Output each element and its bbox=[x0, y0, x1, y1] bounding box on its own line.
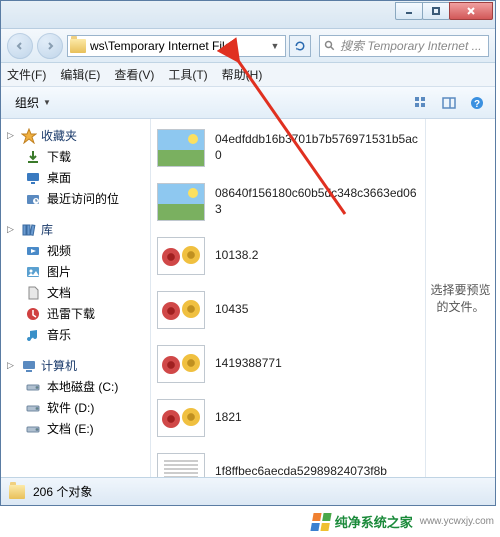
file-thumbnail bbox=[157, 399, 205, 437]
content-body: ▷ 收藏夹 下载 桌面 最近访问的位 ▷ 库 视频 图片 文档 迅雷下载 音乐 bbox=[1, 119, 495, 477]
folder-icon bbox=[70, 39, 86, 53]
picture-icon bbox=[25, 264, 41, 280]
file-item[interactable]: 1f8ffbec6aecda52989824073f8b bbox=[155, 449, 421, 477]
file-name: 1821 bbox=[215, 410, 242, 426]
explorer-window: ws\Temporary Internet Files ▼ 搜索 Tempora… bbox=[0, 0, 496, 506]
svg-text:?: ? bbox=[474, 99, 480, 110]
menu-tools[interactable]: 工具(T) bbox=[168, 66, 207, 83]
star-icon bbox=[21, 128, 37, 144]
search-placeholder: 搜索 Temporary Internet ... bbox=[340, 37, 482, 54]
sidebar-computer-label: 计算机 bbox=[41, 357, 77, 374]
file-thumbnail bbox=[157, 183, 205, 221]
download-icon bbox=[25, 149, 41, 165]
organize-button[interactable]: 组织 ▼ bbox=[7, 91, 59, 114]
forward-button[interactable] bbox=[37, 33, 63, 59]
file-thumbnail bbox=[157, 291, 205, 329]
sidebar-libraries-header[interactable]: ▷ 库 bbox=[1, 219, 150, 240]
watermark-logo-icon bbox=[310, 513, 331, 531]
sidebar-item-drive-e[interactable]: 文档 (E:) bbox=[1, 418, 150, 439]
collapse-icon: ▷ bbox=[7, 360, 17, 371]
computer-icon bbox=[21, 358, 37, 374]
status-text: 206 个对象 bbox=[33, 483, 92, 500]
file-item[interactable]: 1821 bbox=[155, 395, 421, 449]
close-button[interactable] bbox=[449, 2, 493, 20]
desktop-icon bbox=[25, 170, 41, 186]
menu-file[interactable]: 文件(F) bbox=[7, 66, 46, 83]
menu-view[interactable]: 查看(V) bbox=[114, 66, 154, 83]
sidebar-computer-header[interactable]: ▷ 计算机 bbox=[1, 355, 150, 376]
sidebar-item-videos[interactable]: 视频 bbox=[1, 240, 150, 261]
chevron-down-icon: ▼ bbox=[43, 98, 51, 107]
menu-help[interactable]: 帮助(H) bbox=[222, 66, 263, 83]
recent-icon bbox=[25, 191, 41, 207]
preview-pane-button[interactable] bbox=[437, 91, 461, 115]
sidebar-item-music[interactable]: 音乐 bbox=[1, 324, 150, 345]
status-bar: 206 个对象 bbox=[1, 477, 495, 505]
file-item[interactable]: 10435 bbox=[155, 287, 421, 341]
file-thumbnail bbox=[157, 453, 205, 477]
window-controls bbox=[396, 2, 493, 20]
minimize-button[interactable] bbox=[395, 2, 423, 20]
file-thumbnail bbox=[157, 345, 205, 383]
collapse-icon: ▷ bbox=[7, 224, 17, 235]
file-item[interactable]: 08640f156180c60b5dc348c3663ed063 bbox=[155, 179, 421, 233]
toolbar: 组织 ▼ ? bbox=[1, 87, 495, 119]
view-mode-button[interactable] bbox=[409, 91, 433, 115]
search-icon bbox=[324, 40, 336, 52]
preview-pane: 选择要预览的文件。 bbox=[425, 119, 495, 477]
xunlei-icon bbox=[25, 306, 41, 322]
sidebar-item-drive-c[interactable]: 本地磁盘 (C:) bbox=[1, 376, 150, 397]
file-name: 1f8ffbec6aecda52989824073f8b bbox=[215, 464, 387, 477]
watermark-brand: 纯净系统之家 bbox=[335, 512, 413, 531]
file-name: 10138.2 bbox=[215, 248, 258, 264]
file-thumbnail bbox=[157, 129, 205, 167]
file-item[interactable]: 10138.2 bbox=[155, 233, 421, 287]
preview-text: 选择要预览的文件。 bbox=[430, 281, 491, 315]
sidebar-item-recent[interactable]: 最近访问的位 bbox=[1, 188, 150, 209]
sidebar-favorites-header[interactable]: ▷ 收藏夹 bbox=[1, 125, 150, 146]
watermark-url: www.ycwxjy.com bbox=[420, 516, 494, 527]
organize-label: 组织 bbox=[15, 94, 39, 111]
refresh-button[interactable] bbox=[289, 35, 311, 57]
file-name: 08640f156180c60b5dc348c3663ed063 bbox=[215, 186, 419, 217]
file-item[interactable]: 1419388771 bbox=[155, 341, 421, 395]
file-name: 1419388771 bbox=[215, 356, 282, 372]
drive-icon bbox=[25, 379, 41, 395]
file-thumbnail bbox=[157, 237, 205, 275]
menubar: 文件(F) 编辑(E) 查看(V) 工具(T) 帮助(H) bbox=[1, 63, 495, 87]
folder-icon bbox=[9, 485, 25, 499]
file-item[interactable]: 04edfddb16b3701b7b576971531b5ac0 bbox=[155, 125, 421, 179]
sidebar-libraries-label: 库 bbox=[41, 221, 53, 238]
file-pane: 04edfddb16b3701b7b576971531b5ac0 08640f15… bbox=[151, 119, 495, 477]
sidebar-item-drive-d[interactable]: 软件 (D:) bbox=[1, 397, 150, 418]
titlebar[interactable] bbox=[1, 1, 495, 29]
music-icon bbox=[25, 327, 41, 343]
sidebar-item-pictures[interactable]: 图片 bbox=[1, 261, 150, 282]
sidebar-item-desktop[interactable]: 桌面 bbox=[1, 167, 150, 188]
nav-row: ws\Temporary Internet Files ▼ 搜索 Tempora… bbox=[1, 29, 495, 63]
address-dropdown-icon[interactable]: ▼ bbox=[267, 41, 283, 51]
collapse-icon: ▷ bbox=[7, 130, 17, 141]
file-name: 10435 bbox=[215, 302, 248, 318]
sidebar: ▷ 收藏夹 下载 桌面 最近访问的位 ▷ 库 视频 图片 文档 迅雷下载 音乐 bbox=[1, 119, 151, 477]
drive-icon bbox=[25, 421, 41, 437]
sidebar-item-xunlei[interactable]: 迅雷下载 bbox=[1, 303, 150, 324]
document-icon bbox=[25, 285, 41, 301]
video-icon bbox=[25, 243, 41, 259]
maximize-button[interactable] bbox=[422, 2, 450, 20]
address-bar[interactable]: ws\Temporary Internet Files ▼ bbox=[67, 35, 286, 57]
library-icon bbox=[21, 222, 37, 238]
file-list[interactable]: 04edfddb16b3701b7b576971531b5ac0 08640f15… bbox=[151, 119, 425, 477]
drive-icon bbox=[25, 400, 41, 416]
sidebar-item-documents[interactable]: 文档 bbox=[1, 282, 150, 303]
back-button[interactable] bbox=[7, 33, 33, 59]
sidebar-favorites-label: 收藏夹 bbox=[41, 127, 77, 144]
sidebar-item-downloads[interactable]: 下载 bbox=[1, 146, 150, 167]
address-text: ws\Temporary Internet Files bbox=[90, 39, 237, 53]
search-input[interactable]: 搜索 Temporary Internet ... bbox=[319, 35, 489, 57]
file-name: 04edfddb16b3701b7b576971531b5ac0 bbox=[215, 132, 419, 163]
menu-edit[interactable]: 编辑(E) bbox=[60, 66, 100, 83]
help-button[interactable]: ? bbox=[465, 91, 489, 115]
watermark: 纯净系统之家 www.ycwxjy.com bbox=[312, 512, 494, 531]
